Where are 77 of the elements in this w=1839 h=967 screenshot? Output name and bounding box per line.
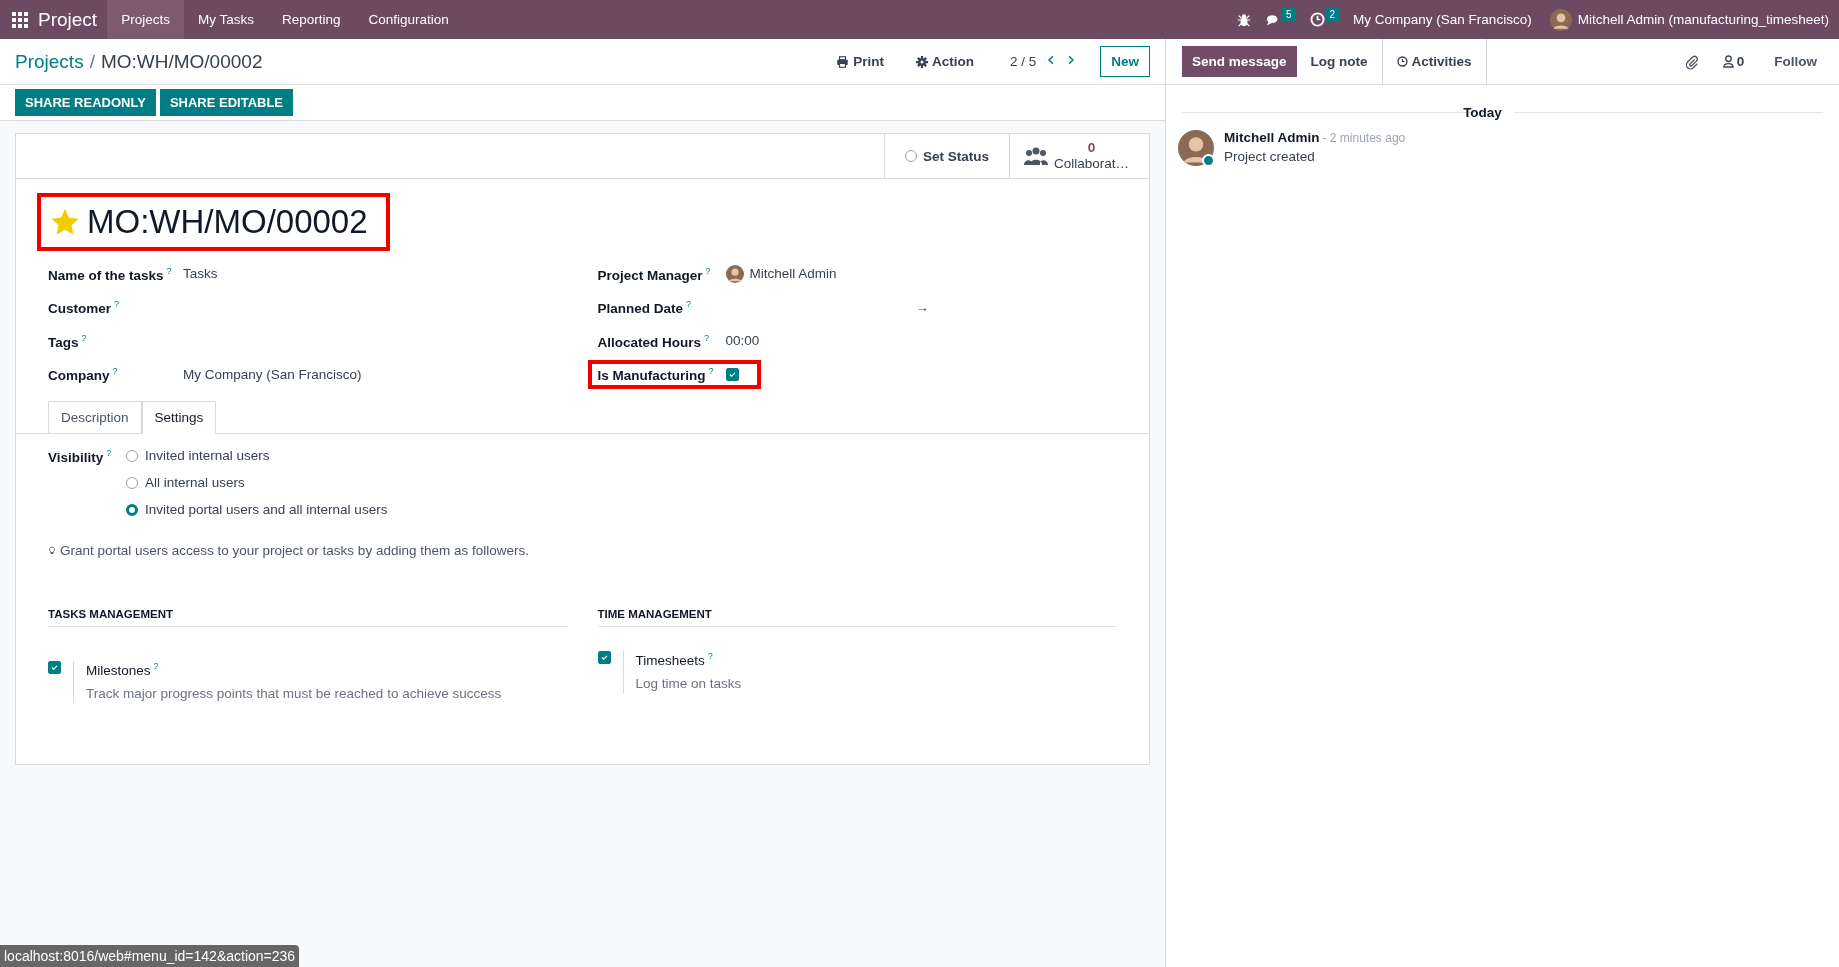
follow-button[interactable]: Follow bbox=[1768, 53, 1823, 70]
setting-description: Track major progress points that must be reached to achieve success bbox=[86, 685, 502, 701]
hint-text: Grant portal users access to your project or tasks by adding them as followers. bbox=[60, 543, 529, 558]
apps-grid-icon bbox=[12, 11, 28, 28]
users-icon bbox=[1024, 146, 1048, 166]
checkbox[interactable] bbox=[48, 661, 61, 674]
radio-option[interactable]: Invited portal users and all internal users bbox=[126, 502, 388, 517]
menu-item[interactable]: Configuration bbox=[354, 0, 463, 39]
author-avatar bbox=[1178, 130, 1214, 166]
star-icon[interactable] bbox=[51, 208, 79, 236]
chatter-button[interactable]: Log note bbox=[1296, 39, 1382, 84]
section-heading: TIME MANAGEMENT bbox=[597, 608, 1117, 627]
field-label: Is Manufacturing $^{?}$ bbox=[597, 366, 715, 383]
field-label: Company $^{?}$ bbox=[48, 366, 119, 383]
printer-icon bbox=[836, 55, 850, 68]
date-separator: Today bbox=[1462, 105, 1503, 120]
followers-button[interactable]: 0 bbox=[1716, 53, 1751, 70]
field-label: Name of the tasks $^{?}$ bbox=[48, 265, 173, 282]
gear-icon bbox=[915, 55, 928, 68]
breadcrumb-separator: / bbox=[89, 50, 95, 73]
paperclip-icon bbox=[1684, 53, 1699, 70]
checkbox[interactable] bbox=[597, 651, 611, 664]
clock-icon bbox=[1396, 56, 1408, 67]
breadcrumb-current: MO:WH/MO/00002 bbox=[100, 50, 263, 73]
print-button[interactable]: Print bbox=[830, 53, 890, 70]
form-tab[interactable]: Settings bbox=[141, 401, 217, 434]
action-button[interactable]: Action bbox=[909, 53, 980, 70]
checkmark-icon bbox=[599, 653, 609, 662]
message-body: Project created bbox=[1224, 149, 1316, 164]
radio-option[interactable]: All internal users bbox=[126, 475, 388, 490]
checkmark-icon bbox=[50, 663, 59, 672]
set-status-button[interactable]: Set Status bbox=[883, 134, 1009, 178]
field-label: Customer $^{?}$ bbox=[48, 299, 121, 316]
field-value[interactable]: 00:00 bbox=[725, 333, 760, 349]
message-time: - 2 minutes ago bbox=[1322, 131, 1406, 145]
chatter-button[interactable]: Activities bbox=[1381, 39, 1487, 84]
field-label: Allocated Hours $^{?}$ bbox=[597, 332, 711, 349]
bug-icon bbox=[1236, 12, 1251, 27]
field-label: Project Manager $^{?}$ bbox=[597, 265, 712, 282]
clock-icon bbox=[1309, 12, 1325, 27]
person-icon bbox=[1722, 55, 1734, 68]
menu-item[interactable]: Projects bbox=[107, 0, 184, 39]
field-label: Planned Date $^{?}$ bbox=[597, 299, 693, 316]
user-avatar bbox=[1549, 8, 1572, 31]
radio-option[interactable]: Invited internal users bbox=[126, 448, 388, 463]
message-author: Mitchell Admin bbox=[1224, 130, 1320, 145]
menu-item[interactable]: My Tasks bbox=[183, 0, 268, 39]
new-button[interactable]: New bbox=[1100, 46, 1150, 77]
app-name[interactable]: Project bbox=[38, 8, 98, 31]
field-value[interactable]: Tasks bbox=[183, 266, 218, 282]
record-title: MO:WH/MO/00002 bbox=[87, 203, 368, 241]
breadcrumb-link[interactable]: Projects bbox=[15, 50, 84, 73]
collaborators-button[interactable]: 0 Collaborat… bbox=[1009, 134, 1149, 178]
message-count-badge: 5 bbox=[1281, 8, 1296, 21]
setting-label: Timesheets $^{?}$ bbox=[635, 651, 714, 668]
checkbox[interactable] bbox=[725, 367, 739, 381]
chatter-button[interactable]: Send message bbox=[1182, 46, 1297, 77]
field-label: Tags $^{?}$ bbox=[48, 332, 88, 349]
field-label: Visibility $^{?}$ bbox=[48, 448, 113, 467]
url-tooltip: localhost:8016/web#menu_id=142&action=236 bbox=[0, 945, 300, 967]
pager-value: 2 / 5 bbox=[1009, 54, 1037, 69]
manager-avatar bbox=[725, 264, 744, 283]
section-heading: TASKS MANAGEMENT bbox=[48, 608, 568, 627]
checkmark-icon bbox=[727, 369, 737, 379]
form-tab[interactable]: Description bbox=[48, 401, 142, 434]
date-range-arrow: → bbox=[915, 299, 929, 315]
activity-count-badge: 2 bbox=[1325, 8, 1340, 21]
setting-label: Milestones $^{?}$ bbox=[86, 661, 160, 678]
menu-item[interactable]: Reporting bbox=[267, 0, 355, 39]
field-value[interactable]: Mitchell Admin bbox=[749, 266, 837, 282]
field-value[interactable]: My Company (San Francisco) bbox=[183, 366, 362, 382]
share-button[interactable]: SHARE READONLY bbox=[15, 89, 156, 116]
setting-description: Log time on tasks bbox=[635, 675, 742, 691]
user-menu[interactable]: Mitchell Admin (manufacturing_timesheet) bbox=[1577, 12, 1829, 27]
company-switcher[interactable]: My Company (San Francisco) bbox=[1353, 12, 1532, 27]
lightbulb-icon bbox=[48, 545, 56, 556]
share-button[interactable]: SHARE EDITABLE bbox=[159, 89, 294, 116]
